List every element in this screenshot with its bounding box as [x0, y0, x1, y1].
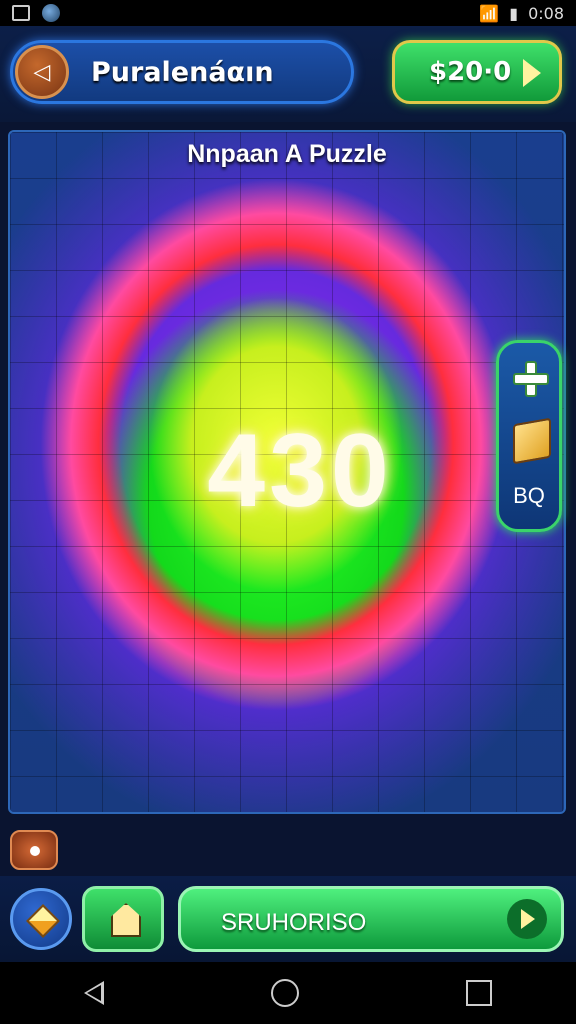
puzzle-board[interactable]: Nnpaan A Puzzle 430	[8, 130, 566, 814]
bottom-bar: SRUHORISO	[0, 876, 576, 962]
nav-recent-icon[interactable]	[466, 980, 493, 1006]
action-label: SRUHORISO	[221, 909, 367, 936]
page-title: Puralenáαın	[91, 57, 274, 88]
title-pill: ◁ Puralenáαın	[10, 40, 354, 104]
board-title: Nnpaan A Puzzle	[187, 140, 387, 168]
status-bar: 📶 ▮ 0:08	[0, 0, 576, 26]
battery-icon: ▮	[509, 3, 519, 23]
side-panel-label: BQ	[513, 483, 545, 508]
android-navbar	[0, 962, 576, 1024]
diamond-button[interactable]	[10, 888, 72, 950]
globe-icon	[42, 4, 60, 22]
side-panel: BQ	[496, 340, 562, 532]
home-button[interactable]	[82, 886, 164, 952]
status-time: 0:08	[528, 3, 564, 23]
action-button[interactable]: SRUHORISO	[178, 886, 564, 952]
nav-back-icon[interactable]	[83, 981, 104, 1005]
nav-home-icon[interactable]	[270, 979, 299, 1007]
diamond-icon	[26, 904, 60, 938]
top-bar: ◁ Puralenáαın $20·0	[0, 26, 576, 122]
arrow-right-icon	[523, 59, 541, 87]
arrow-right-icon	[507, 899, 547, 939]
coins-button[interactable]: $20·0	[392, 40, 562, 104]
coin-amount: $20·0	[429, 57, 512, 87]
plus-icon[interactable]	[511, 359, 549, 397]
score-display: 430	[207, 413, 393, 529]
back-button[interactable]: ◁	[15, 45, 69, 99]
image-icon	[12, 5, 30, 21]
dot-icon	[30, 846, 40, 856]
home-icon	[111, 903, 141, 937]
wifi-icon: 📶	[479, 3, 500, 23]
record-button[interactable]	[10, 830, 58, 870]
back-icon: ◁	[33, 59, 51, 85]
puzzle-piece-icon[interactable]	[513, 417, 551, 465]
